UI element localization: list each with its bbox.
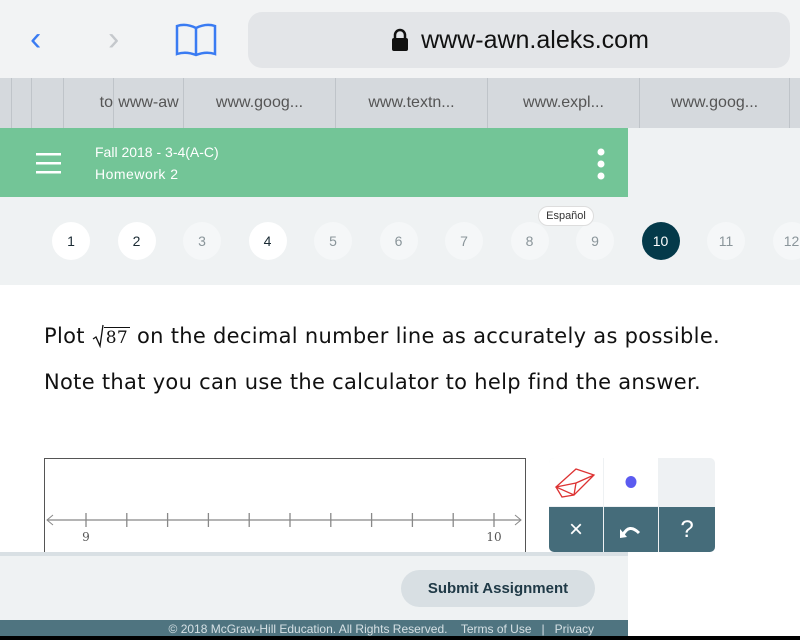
bookmarks-icon[interactable] <box>174 22 218 58</box>
privacy-link[interactable]: Privacy <box>555 622 594 636</box>
terms-link[interactable]: Terms of Use <box>461 622 532 636</box>
url-text: www-awn.aleks.com <box>421 25 649 54</box>
copyright-bar: © 2018 McGraw-Hill Education. All Rights… <box>0 620 628 636</box>
tab[interactable]: www-aw <box>114 78 184 128</box>
tool-panel: × ? <box>549 458 715 552</box>
tick-label-max: 10 <box>486 530 501 544</box>
question-6-button[interactable]: 6 <box>379 222 418 260</box>
browser-toolbar: ‹ › www-awn.aleks.com <box>0 0 800 78</box>
square-root: 87 <box>92 324 130 348</box>
question-3-button[interactable]: 3 <box>183 222 221 260</box>
point-tool-button[interactable] <box>604 458 658 506</box>
problem-text: on the decimal number line as accurately… <box>136 324 721 348</box>
copyright-text: © 2018 McGraw-Hill Education. All Rights… <box>168 622 448 636</box>
question-9-button[interactable]: 9 <box>576 222 614 260</box>
undo-button[interactable] <box>604 507 658 552</box>
radicand: 87 <box>103 327 130 348</box>
question-4-button[interactable]: 4 <box>248 222 287 260</box>
problem-text: Plot <box>44 324 85 348</box>
question-8-button[interactable]: 8 <box>510 222 549 260</box>
clear-button[interactable]: × <box>549 507 603 552</box>
tab[interactable]: www.goog... <box>184 78 336 128</box>
question-11-button[interactable]: 11 <box>707 222 745 260</box>
menu-icon[interactable] <box>36 152 62 174</box>
question-1-button[interactable]: 1 <box>52 222 90 260</box>
tab[interactable]: www.expl... <box>488 78 640 128</box>
number-line-area[interactable]: 9 10 <box>44 458 526 558</box>
point-icon <box>625 476 637 488</box>
back-button[interactable]: ‹ <box>30 20 41 59</box>
assignment-header: Fall 2018 - 3-4(A-C) Homework 2 <box>0 128 628 197</box>
forward-button[interactable]: › <box>108 20 119 59</box>
question-10-button[interactable]: 10 <box>641 222 680 260</box>
eraser-icon <box>554 468 596 498</box>
language-toggle[interactable]: Español <box>538 206 594 226</box>
question-2-button[interactable]: 2 <box>117 222 156 260</box>
course-title: Fall 2018 - 3-4(A-C) <box>95 144 219 160</box>
lock-icon <box>392 28 409 51</box>
tick-label-min: 9 <box>82 530 90 544</box>
screen-edge <box>0 636 800 640</box>
tab[interactable]: www.goog... <box>640 78 790 128</box>
tab[interactable] <box>0 78 12 128</box>
tab[interactable]: www.textn... <box>336 78 488 128</box>
question-7-button[interactable]: 7 <box>445 222 483 260</box>
address-bar[interactable]: www-awn.aleks.com <box>248 12 790 68</box>
question-5-button[interactable]: 5 <box>314 222 352 260</box>
assignment-title: Homework 2 <box>95 166 179 182</box>
submit-assignment-button[interactable]: Submit Assignment <box>401 570 595 607</box>
help-button[interactable]: ? <box>659 507 715 552</box>
tab[interactable] <box>32 78 64 128</box>
problem-line-2: Note that you can use the calculator to … <box>44 370 701 394</box>
eraser-button[interactable] <box>549 458 603 506</box>
number-line[interactable]: 9 10 <box>45 459 525 557</box>
problem-line-1: Plot 87 on the decimal number line as ac… <box>44 324 720 348</box>
more-options-icon[interactable] <box>596 148 606 180</box>
tab[interactable]: to <box>64 78 114 128</box>
tab[interactable] <box>12 78 32 128</box>
tab-bar: to www-aw www.goog... www.textn... www.e… <box>0 78 800 128</box>
undo-icon <box>620 526 641 538</box>
